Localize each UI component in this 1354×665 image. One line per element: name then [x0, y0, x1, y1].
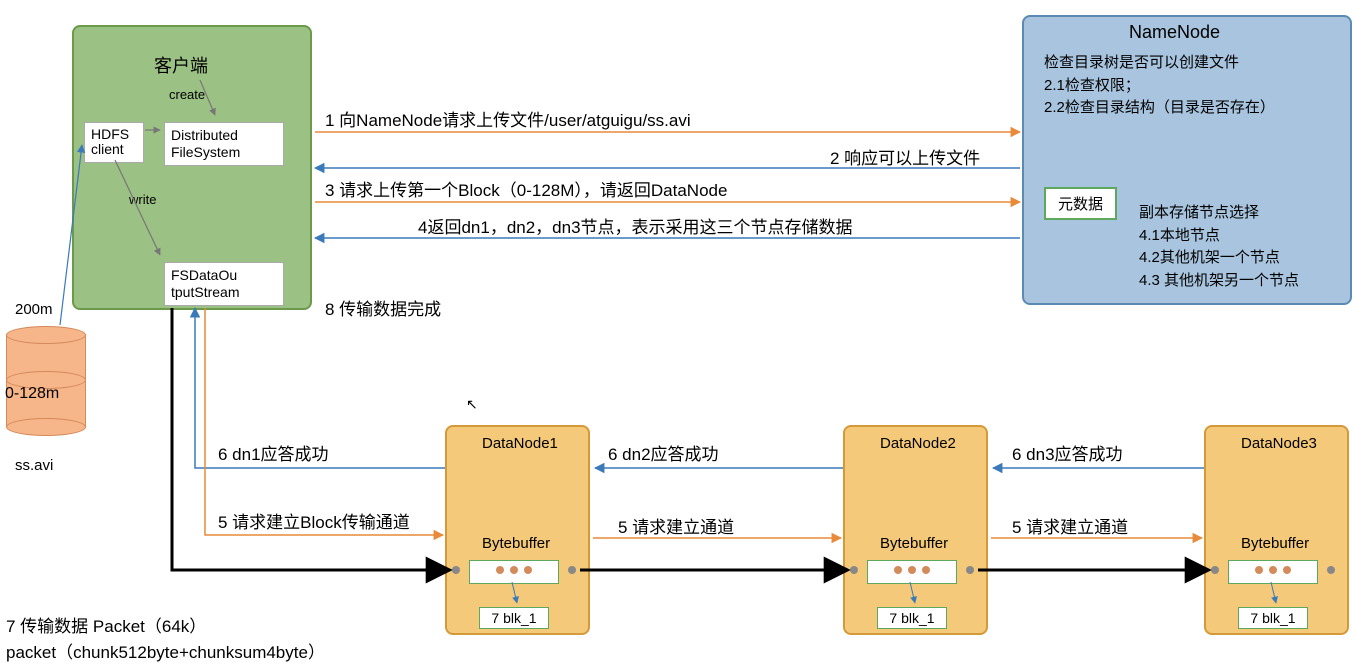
client-write-label: write — [129, 192, 156, 207]
nn-check3: 2.2检查目录结构（目录是否存在） — [1044, 97, 1275, 120]
step5-block: 5 请求建立Block传输通道 — [218, 508, 410, 533]
namenode-title: NameNode — [1129, 22, 1220, 43]
step2: 2 响应可以上传文件 — [830, 144, 980, 169]
fsdos-box: FSDataOu tputStream — [164, 262, 284, 306]
step5-ch1: 5 请求建立通道 — [618, 513, 734, 538]
step5-ch2: 5 请求建立通道 — [1012, 513, 1128, 538]
nn-check2: 2.1检查权限； — [1044, 75, 1275, 98]
dn2-dot-right — [966, 566, 974, 574]
file-name: ss.avi — [15, 457, 53, 474]
dn3-title: DataNode3 — [1241, 435, 1317, 452]
nn-replica-title: 副本存储节点选择 — [1139, 202, 1299, 225]
file-range: 0-128m — [5, 385, 59, 403]
dn3-dot-right — [1327, 566, 1335, 574]
step7: 7 传输数据 Packet（64k） — [6, 612, 206, 637]
step3: 3 请求上传第一个Block（0-128M），请返回DataNode — [325, 176, 727, 201]
datanode2-block: DataNode2 Bytebuffer 7 blk_1 — [843, 425, 988, 635]
hdfs-client-text: HDFS client — [91, 126, 129, 157]
dn2-bytebuf-label: Bytebuffer — [880, 535, 948, 552]
dn3-dot-left — [1211, 566, 1219, 574]
dn3-bytebuf — [1228, 560, 1318, 584]
dn3-bytebuf-label: Bytebuffer — [1241, 535, 1309, 552]
client-create-label: create — [169, 87, 205, 102]
nn-replica3: 4.3 其他机架另一个节点 — [1139, 270, 1299, 293]
packet-desc: packet（chunk512byte+chunksum4byte） — [6, 638, 325, 663]
namenode-replicas: 副本存储节点选择 4.1本地节点 4.2其他机架一个节点 4.3 其他机架另一个… — [1139, 202, 1299, 292]
dn2-title: DataNode2 — [880, 435, 956, 452]
namenode-block: NameNode 检查目录树是否可以创建文件 2.1检查权限； 2.2检查目录结… — [1022, 15, 1352, 305]
dn1-dot-left — [452, 566, 460, 574]
step4: 4返回dn1，dn2，dn3节点，表示采用这三个节点存储数据 — [418, 213, 853, 238]
step8: 8 传输数据完成 — [325, 295, 441, 320]
dn1-title: DataNode1 — [482, 435, 558, 452]
cursor-icon: ↖ — [466, 396, 478, 413]
step6-dn1: 6 dn1应答成功 — [218, 440, 329, 465]
dn3-blk: 7 blk_1 — [1238, 607, 1308, 629]
step6-dn2: 6 dn2应答成功 — [608, 440, 719, 465]
dfs-box: Distributed FileSystem — [164, 122, 284, 166]
client-title: 客户端 — [154, 52, 208, 78]
dn1-blk: 7 blk_1 — [479, 607, 549, 629]
dn2-blk: 7 blk_1 — [877, 607, 947, 629]
fsdos-text: FSDataOu tputStream — [171, 267, 239, 300]
datanode1-block: DataNode1 Bytebuffer 7 blk_1 — [445, 425, 590, 635]
dn2-dot-left — [850, 566, 858, 574]
namenode-checks: 检查目录树是否可以创建文件 2.1检查权限； 2.2检查目录结构（目录是否存在） — [1044, 52, 1275, 120]
file-size-200: 200m — [15, 301, 53, 318]
dn2-bytebuf — [867, 560, 957, 584]
dfs-text: Distributed FileSystem — [171, 127, 240, 160]
dn1-bytebuf-label: Bytebuffer — [482, 535, 550, 552]
metadata-box: 元数据 — [1044, 187, 1117, 220]
metadata-text: 元数据 — [1058, 196, 1103, 213]
dn2-blk-text: 7 blk_1 — [889, 610, 934, 626]
datanode3-block: DataNode3 Bytebuffer 7 blk_1 — [1204, 425, 1349, 635]
step1: 1 向NameNode请求上传文件/user/atguigu/ss.avi — [325, 106, 691, 131]
nn-replica1: 4.1本地节点 — [1139, 225, 1299, 248]
dn1-dot-right — [568, 566, 576, 574]
nn-check1: 检查目录树是否可以创建文件 — [1044, 52, 1275, 75]
dn1-blk-text: 7 blk_1 — [491, 610, 536, 626]
dn3-blk-text: 7 blk_1 — [1250, 610, 1295, 626]
nn-replica2: 4.2其他机架一个节点 — [1139, 247, 1299, 270]
client-block: 客户端 create HDFS client Distributed FileS… — [72, 25, 312, 310]
file-cylinder — [6, 326, 86, 436]
dn1-bytebuf — [469, 560, 559, 584]
step6-dn3: 6 dn3应答成功 — [1012, 440, 1123, 465]
hdfs-client-box: HDFS client — [84, 122, 144, 163]
